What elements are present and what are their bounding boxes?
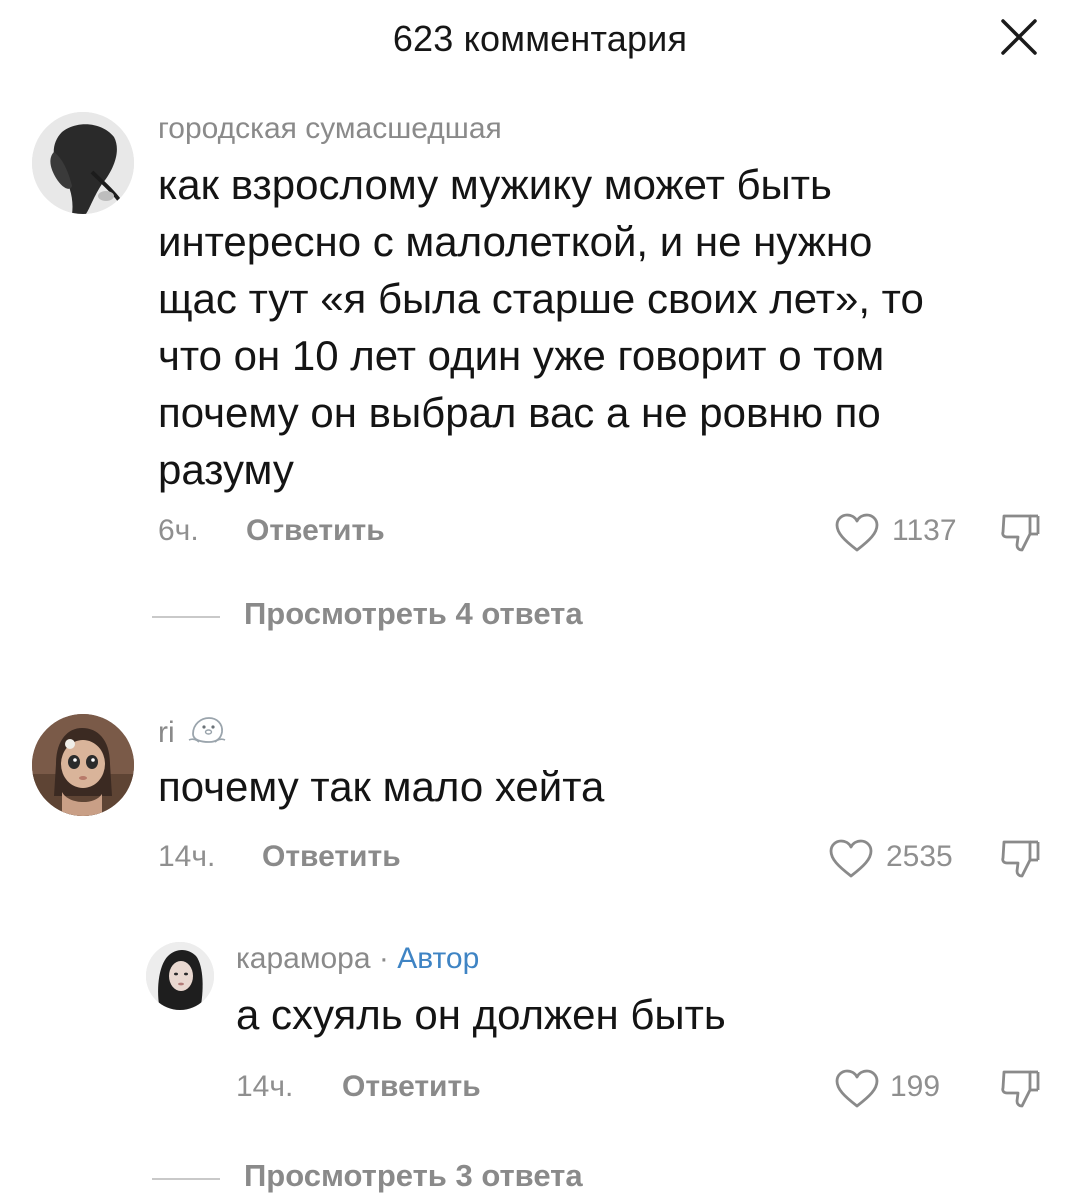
comment-text-line: а схуяль он должен быть [236, 991, 726, 1038]
comment-text-line: почему он выбрал вас а не ровню по [158, 389, 881, 436]
dislike-button[interactable] [998, 1066, 1042, 1110]
comment-item: городская сумасшедшая как взрослому мужи… [0, 100, 1080, 660]
heart-outline-icon [835, 1069, 879, 1108]
close-button[interactable] [996, 14, 1042, 60]
dislike-button[interactable] [998, 836, 1042, 880]
reply-button[interactable]: Ответить [342, 1070, 481, 1104]
comment-text-line: интересно с малолеткой, и не нужно [158, 218, 873, 265]
comment-text-line: разуму [158, 446, 294, 493]
comment-time: 14ч. [236, 1070, 294, 1103]
comment-text-line: почему так мало хейта [158, 763, 605, 810]
reply-button[interactable]: Ответить [262, 840, 401, 874]
comment-time: 6ч. [158, 514, 199, 547]
thumbs-down-icon [1001, 1070, 1040, 1108]
avatar-image [146, 942, 214, 1010]
author-separator: · [370, 942, 398, 975]
view-replies-label: Просмотреть 3 ответа [244, 1158, 583, 1193]
avatar[interactable] [146, 942, 214, 1010]
comment-text-line: как взрослому мужику может быть [158, 161, 832, 208]
dislike-button[interactable] [998, 510, 1042, 554]
comment-username[interactable]: ri [158, 714, 227, 750]
author-badge: Автор [397, 942, 480, 975]
reply-item: карамора · Автор а схуяль он должен быть… [0, 930, 1080, 1193]
heart-outline-icon [835, 513, 879, 552]
comment-username[interactable]: карамора · Автор [236, 942, 479, 976]
heart-outline-icon [829, 839, 873, 878]
comment-text-line: щас тут «я была старше своих лет», то [158, 275, 924, 322]
view-replies-label: Просмотреть 4 ответа [244, 596, 583, 631]
like-count: 199 [890, 1070, 941, 1103]
thumbs-down-icon [1001, 514, 1040, 552]
avatar-image [32, 714, 134, 816]
like-button[interactable] [834, 512, 880, 554]
view-replies-button[interactable]: Просмотреть 4 ответа [152, 596, 652, 636]
seal-emoji-icon [188, 717, 226, 743]
username-text: карамора [236, 942, 371, 975]
avatar-image [32, 112, 134, 214]
avatar[interactable] [32, 112, 134, 214]
comment-text: а схуяль он должен быть [236, 986, 726, 1043]
like-count: 2535 [886, 840, 953, 873]
username-text: ri [158, 716, 175, 749]
like-button[interactable] [828, 838, 874, 880]
avatar[interactable] [32, 714, 134, 816]
close-icon [1001, 19, 1037, 55]
comments-header: 623 комментария [0, 0, 1080, 80]
comments-count-title: 623 комментария [392, 18, 688, 59]
comment-item: ri почему так мало хейта 14ч. Ответить 2… [0, 700, 1080, 900]
thumbs-down-icon [1001, 840, 1040, 878]
comment-username[interactable]: городская сумасшедшая [158, 112, 502, 146]
like-count: 1137 [892, 514, 957, 547]
comment-text: почему так мало хейта [158, 758, 604, 815]
replies-divider [152, 616, 220, 618]
view-replies-button[interactable]: Просмотреть 3 ответа [152, 1158, 652, 1198]
like-button[interactable] [834, 1068, 880, 1110]
comment-text-line: что он 10 лет один уже говорит о том [158, 332, 885, 379]
replies-divider [152, 1178, 220, 1180]
comment-text: как взрослому мужику может быть интересн… [158, 156, 924, 498]
reply-button[interactable]: Ответить [246, 514, 385, 548]
comment-time: 14ч. [158, 840, 216, 873]
